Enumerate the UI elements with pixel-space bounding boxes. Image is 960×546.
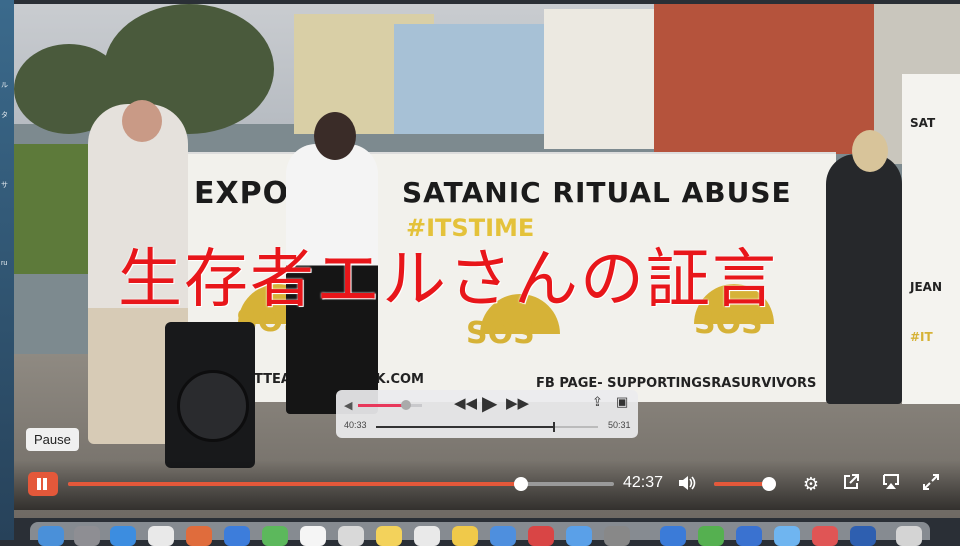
building: [654, 4, 874, 154]
calendar-icon[interactable]: [300, 526, 326, 546]
dock: [30, 522, 930, 546]
seek-handle[interactable]: [514, 477, 528, 491]
banner-sos-center: SOS: [466, 316, 535, 351]
messages-icon[interactable]: [698, 526, 724, 546]
side-banner: SAT JEAN #IT: [902, 74, 960, 404]
finder-icon[interactable]: [38, 526, 64, 546]
share-icon: ⇪: [592, 394, 603, 409]
app-icon[interactable]: [774, 526, 800, 546]
stickies-icon[interactable]: [452, 526, 478, 546]
banner-title-left: EXPO: [194, 176, 290, 211]
pause-tooltip: Pause: [26, 428, 79, 451]
side-banner-line: SAT: [910, 116, 936, 130]
photos-icon[interactable]: [186, 526, 212, 546]
desktop-left-edge: ル タ サ ru: [0, 0, 14, 540]
chrome-icon[interactable]: [148, 526, 174, 546]
music-icon[interactable]: [528, 526, 554, 546]
fullscreen-icon[interactable]: [920, 473, 942, 495]
popout-icon[interactable]: [840, 473, 862, 495]
safari-icon[interactable]: [110, 526, 136, 546]
play-icon: ▶: [482, 393, 498, 415]
video-frame[interactable]: EXPO SATANIC RITUAL ABUSE #ITSTIME SOS S…: [14, 4, 960, 518]
settings-icon[interactable]: [604, 526, 630, 546]
reminders-icon[interactable]: [414, 526, 440, 546]
rewind-icon: ◀◀: [454, 395, 478, 412]
mini-elapsed-time: 40:33: [344, 420, 367, 430]
app-icon[interactable]: [850, 526, 876, 546]
mini-total-time: 50:31: [608, 420, 631, 430]
app-icon[interactable]: [736, 526, 762, 546]
app-icon[interactable]: [660, 526, 686, 546]
embedded-video-controls: ◀ ◀◀ ▶ ▶▶ ⇪ ▣ 40:33 50:31: [336, 390, 638, 438]
side-banner-line: JEAN: [910, 280, 942, 294]
app-icon[interactable]: [812, 526, 838, 546]
play-pause-button[interactable]: [28, 472, 58, 496]
fast-forward-icon: ▶▶: [506, 395, 530, 412]
app-store-icon[interactable]: [490, 526, 516, 546]
notes-icon[interactable]: [376, 526, 402, 546]
volume-slider[interactable]: [714, 477, 776, 491]
pip-icon: ▣: [616, 394, 629, 409]
pause-icon: [37, 478, 41, 490]
trash-icon[interactable]: [896, 526, 922, 546]
volume-handle[interactable]: [762, 477, 776, 491]
settings-gear-icon[interactable]: ⚙: [800, 473, 822, 495]
side-banner-line: #IT: [910, 330, 933, 344]
person-head: [852, 130, 888, 172]
volume-icon: ◀: [344, 400, 353, 412]
player-control-bar: 42:37 ⚙: [14, 460, 960, 510]
building: [394, 24, 544, 134]
airplay-icon[interactable]: [880, 473, 902, 495]
video-caption: 生存者エルさんの証言: [118, 243, 778, 317]
maps-icon[interactable]: [262, 526, 288, 546]
person-head: [314, 112, 356, 160]
building: [544, 9, 654, 149]
app-icon[interactable]: [566, 526, 592, 546]
person-head: [122, 100, 162, 142]
launchpad-icon[interactable]: [74, 526, 100, 546]
banner-title: SATANIC RITUAL ABUSE: [402, 176, 792, 209]
mini-volume-slider: [358, 400, 422, 410]
volume-icon[interactable]: [676, 473, 698, 495]
contacts-icon[interactable]: [338, 526, 364, 546]
mail-icon[interactable]: [224, 526, 250, 546]
mini-progress-bar: [376, 422, 598, 432]
banner-facebook: FB PAGE- SUPPORTINGSRASURVIVORS: [536, 376, 817, 391]
current-time: 42:37: [623, 474, 664, 491]
person: [826, 154, 902, 404]
loudspeaker: [165, 322, 255, 468]
seek-bar[interactable]: [68, 477, 614, 491]
